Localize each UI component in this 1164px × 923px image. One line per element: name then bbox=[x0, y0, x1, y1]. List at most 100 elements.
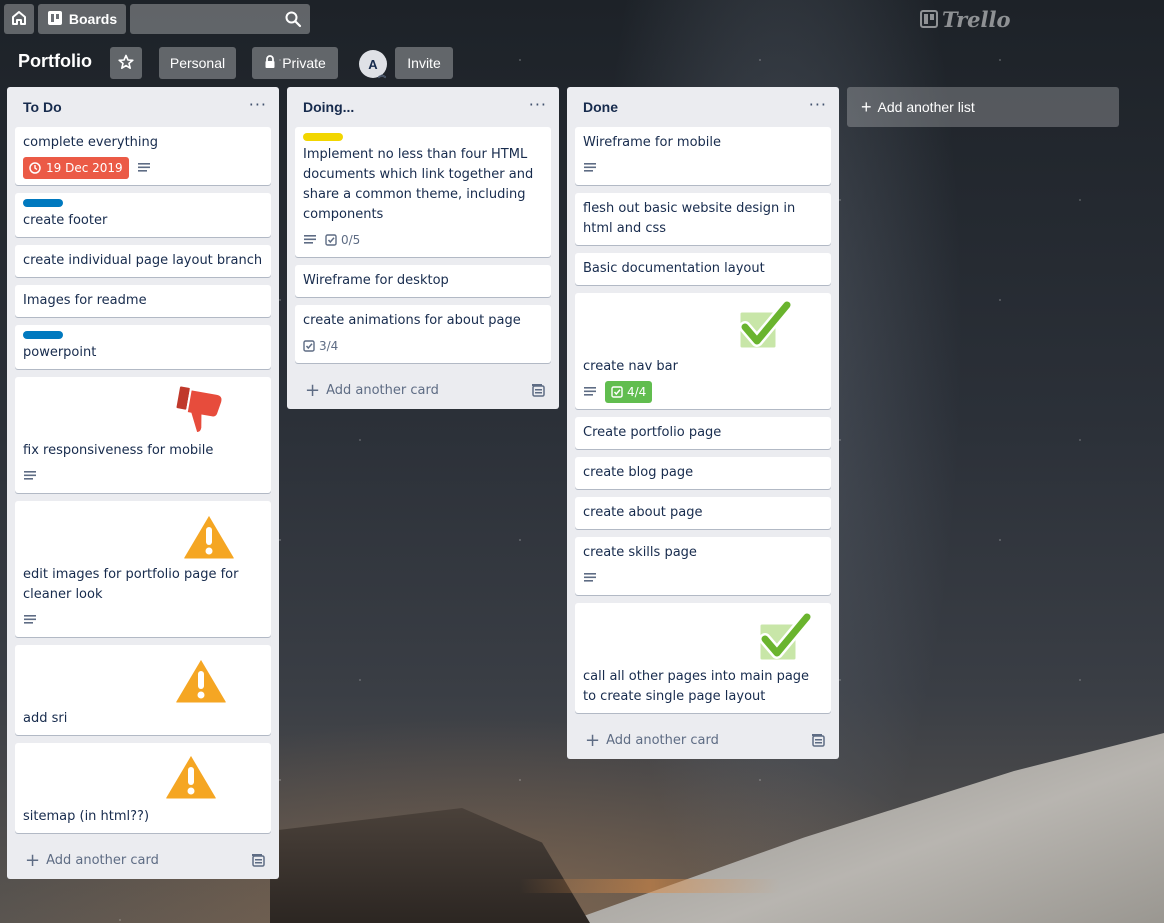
description-icon bbox=[24, 471, 36, 480]
checklist-icon bbox=[325, 234, 337, 246]
card[interactable]: add sri bbox=[15, 645, 271, 735]
card-title: Wireframe for mobile bbox=[583, 135, 722, 150]
card[interactable]: Basic documentation layout bbox=[575, 253, 831, 285]
team-button[interactable]: Personal bbox=[159, 47, 236, 79]
trello-logo[interactable]: Trello bbox=[920, 6, 1011, 32]
checklist-count: 4/4 bbox=[627, 385, 647, 399]
star-board-button[interactable] bbox=[110, 47, 142, 79]
list-menu-icon[interactable]: ··· bbox=[249, 95, 267, 114]
sticker-area bbox=[23, 383, 263, 441]
card[interactable]: complete everything 19 Dec 2019 bbox=[15, 127, 271, 185]
card-title: flesh out basic website design in html a… bbox=[583, 201, 796, 236]
checklist-count: 0/5 bbox=[341, 233, 361, 247]
warning-sticker-icon bbox=[163, 751, 219, 802]
star-icon bbox=[118, 54, 134, 73]
card[interactable]: powerpoint bbox=[15, 325, 271, 369]
card[interactable]: create footer bbox=[15, 193, 271, 237]
list-title[interactable]: To Do bbox=[23, 99, 62, 115]
search-input[interactable] bbox=[130, 4, 310, 34]
checkmark-sticker-icon bbox=[757, 611, 813, 663]
add-list-label: Add another list bbox=[877, 99, 975, 115]
card-title: create blog page bbox=[583, 465, 694, 480]
sticker-area bbox=[23, 651, 263, 709]
lock-icon bbox=[264, 54, 276, 72]
plus-icon: + bbox=[585, 729, 601, 751]
card-title: create skills page bbox=[583, 545, 697, 560]
card[interactable]: create individual page layout branch bbox=[15, 245, 271, 277]
visibility-button[interactable]: Private bbox=[252, 47, 338, 79]
thumbs-down-sticker-icon bbox=[174, 384, 224, 434]
card[interactable]: flesh out basic website design in html a… bbox=[575, 193, 831, 245]
card[interactable]: create about page bbox=[575, 497, 831, 529]
list-title[interactable]: Done bbox=[583, 99, 618, 115]
add-card-button[interactable]: + Add another card bbox=[295, 371, 551, 409]
description-icon bbox=[584, 163, 596, 172]
description-icon bbox=[584, 573, 596, 582]
plus-icon: + bbox=[861, 96, 872, 117]
card[interactable]: Wireframe for desktop bbox=[295, 265, 551, 297]
card[interactable]: call all other pages into main page to c… bbox=[575, 603, 831, 713]
trello-logo-icon bbox=[920, 10, 938, 28]
card-badges: 3/4 bbox=[303, 335, 543, 357]
list-header: Done ··· bbox=[567, 87, 839, 127]
card[interactable]: Images for readme bbox=[15, 285, 271, 317]
list-menu-icon[interactable]: ··· bbox=[809, 95, 827, 114]
add-card-label: Add another card bbox=[326, 382, 439, 398]
card[interactable]: create skills page bbox=[575, 537, 831, 595]
admin-chevron-icon: ︽ bbox=[378, 70, 386, 79]
card-title: Basic documentation layout bbox=[583, 261, 765, 276]
card-template-icon[interactable] bbox=[531, 383, 545, 401]
board-title[interactable]: Portfolio bbox=[18, 51, 92, 72]
description-icon bbox=[137, 163, 150, 172]
card-title: Wireframe for desktop bbox=[303, 273, 449, 288]
list-to-do: To Do ··· complete everything 19 Dec 201… bbox=[7, 87, 279, 879]
description-icon bbox=[304, 235, 316, 244]
member-avatar[interactable]: A ︽ bbox=[359, 50, 387, 79]
boards-button[interactable]: Boards bbox=[38, 4, 126, 34]
card-template-icon[interactable] bbox=[811, 733, 825, 751]
search-icon[interactable] bbox=[284, 10, 302, 32]
list-menu-icon[interactable]: ··· bbox=[529, 95, 547, 114]
card-title: add sri bbox=[23, 711, 68, 726]
card-label-yellow[interactable] bbox=[303, 133, 343, 141]
add-list-button[interactable]: + Add another list bbox=[847, 87, 1119, 127]
card-label-blue[interactable] bbox=[23, 331, 63, 339]
card-title: edit images for portfolio page for clean… bbox=[23, 567, 239, 602]
card[interactable]: create nav bar 4/4 bbox=[575, 293, 831, 409]
checklist-count: 3/4 bbox=[319, 339, 339, 353]
card-title: Implement no less than four HTML documen… bbox=[303, 147, 534, 222]
checklist-badge-complete: 4/4 bbox=[605, 381, 653, 403]
add-card-button[interactable]: + Add another card bbox=[575, 721, 831, 759]
add-card-button[interactable]: + Add another card bbox=[15, 841, 271, 879]
card-title: create about page bbox=[583, 505, 703, 520]
checklist-badge: 0/5 bbox=[325, 229, 360, 251]
home-button[interactable] bbox=[4, 4, 34, 34]
invite-button[interactable]: Invite bbox=[395, 47, 453, 79]
card-title: create nav bar bbox=[583, 359, 678, 374]
card[interactable]: Implement no less than four HTML documen… bbox=[295, 127, 551, 257]
list-done: Done ··· Wireframe for mobile flesh out … bbox=[567, 87, 839, 759]
list-title[interactable]: Doing... bbox=[303, 99, 354, 115]
checklist-badge: 3/4 bbox=[303, 335, 338, 357]
card[interactable]: edit images for portfolio page for clean… bbox=[15, 501, 271, 637]
card-badges bbox=[583, 157, 823, 179]
card-badges: 4/4 bbox=[583, 381, 823, 403]
visibility-label: Private bbox=[282, 55, 326, 71]
list-header: Doing... ··· bbox=[287, 87, 559, 127]
boards-icon bbox=[47, 10, 63, 29]
warning-sticker-icon bbox=[173, 655, 229, 706]
card[interactable]: create blog page bbox=[575, 457, 831, 489]
card-title: create footer bbox=[23, 213, 108, 228]
card[interactable]: Wireframe for mobile bbox=[575, 127, 831, 185]
card[interactable]: Create portfolio page bbox=[575, 417, 831, 449]
card[interactable]: sitemap (in html??) bbox=[15, 743, 271, 833]
board-header: Portfolio Personal Private A ︽ Invite bbox=[0, 46, 1164, 80]
card[interactable]: create animations for about page 3/4 bbox=[295, 305, 551, 363]
card-template-icon[interactable] bbox=[251, 853, 265, 871]
card-label-blue[interactable] bbox=[23, 199, 63, 207]
card[interactable]: fix responsiveness for mobile bbox=[15, 377, 271, 493]
card-badges: 0/5 bbox=[303, 229, 543, 251]
add-card-label: Add another card bbox=[606, 732, 719, 748]
due-date-badge[interactable]: 19 Dec 2019 bbox=[23, 157, 129, 179]
plus-icon: + bbox=[25, 849, 41, 871]
